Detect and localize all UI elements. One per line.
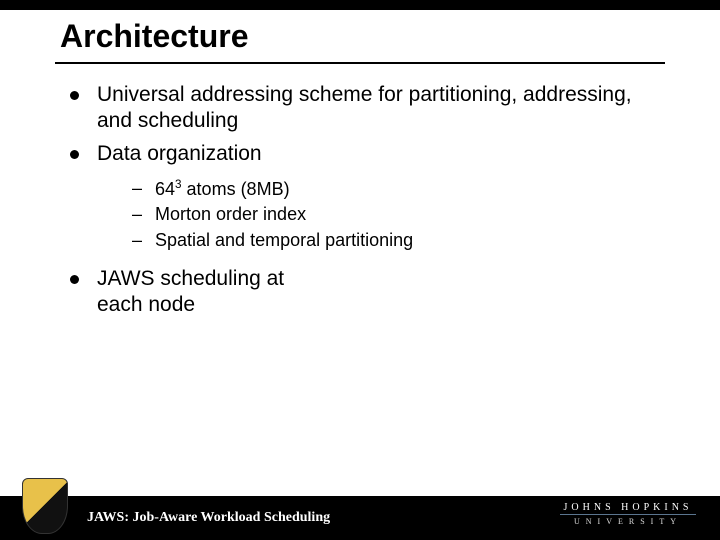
bullet-item: Universal addressing scheme for partitio…: [70, 82, 650, 135]
footer-text: JAWS: Job-Aware Workload Scheduling: [87, 510, 330, 526]
sub-bullet-item: – Spatial and temporal partitioning: [132, 229, 650, 252]
slide-title: Architecture: [60, 18, 249, 55]
shield-icon: [22, 478, 68, 534]
sub-text-part: 64: [155, 179, 175, 199]
title-rule: [55, 62, 665, 64]
jhu-logo-line1: JOHNS HOPKINS: [560, 502, 696, 513]
sub-text-part: atoms (8MB): [182, 179, 290, 199]
sub-bullet-text: 643 atoms (8MB): [155, 177, 415, 201]
bullet-text: JAWS scheduling at each node: [97, 266, 317, 319]
dash-icon: –: [132, 203, 141, 226]
bullet-text: Data organization: [97, 141, 650, 167]
dash-icon: –: [132, 229, 141, 252]
slide: Architecture Universal addressing scheme…: [0, 0, 720, 540]
dash-icon: –: [132, 177, 141, 200]
bullet-dot-icon: [70, 150, 79, 159]
sub-bullet-item: – 643 atoms (8MB): [132, 177, 650, 201]
bullet-dot-icon: [70, 275, 79, 284]
jhu-logo: JOHNS HOPKINS UNIVERSITY: [560, 502, 696, 534]
top-bar: [0, 0, 720, 10]
crest-logo: [22, 478, 68, 534]
bullet-text: Universal addressing scheme for partitio…: [97, 82, 650, 135]
bullet-dot-icon: [70, 91, 79, 100]
bullet-item: Data organization: [70, 141, 650, 167]
sub-bullet-text: Morton order index: [155, 203, 415, 226]
jhu-logo-line2: UNIVERSITY: [560, 514, 696, 526]
bullet-item: JAWS scheduling at each node: [70, 266, 650, 319]
sub-bullet-text: Spatial and temporal partitioning: [155, 229, 415, 252]
sub-bullet-list: – 643 atoms (8MB) – Morton order index –…: [132, 177, 650, 252]
content-area: Universal addressing scheme for partitio…: [70, 82, 650, 324]
sub-bullet-item: – Morton order index: [132, 203, 650, 226]
